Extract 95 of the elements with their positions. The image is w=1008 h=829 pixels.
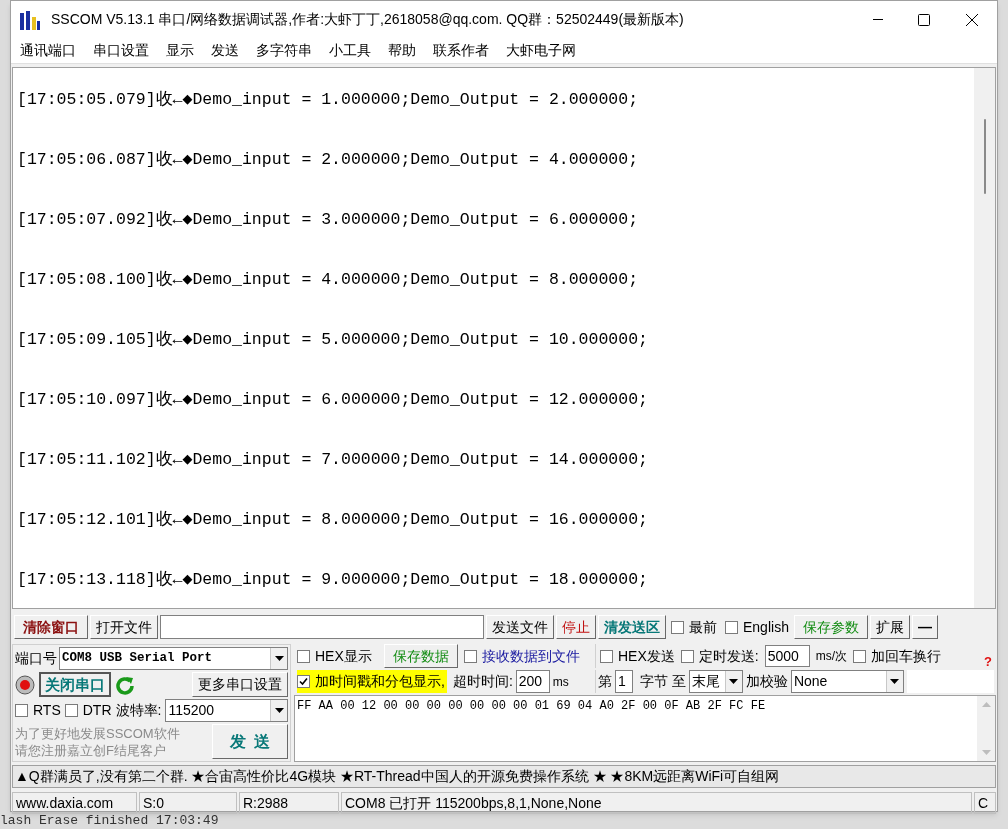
end-select[interactable]: 末尾 [688, 670, 743, 693]
maximize-icon [918, 13, 930, 26]
scrollbar[interactable] [974, 68, 995, 608]
log-line: [17:05:13.118]收←◆Demo_input = 9.000000;Demo_Output = 18.000000; [17, 569, 648, 591]
hex-display-label: HEX显示 [315, 646, 372, 666]
to-label: 字节 至 [640, 672, 686, 691]
scroll-up-icon [981, 702, 991, 707]
collapse-button[interactable]: — [911, 615, 938, 639]
menu-item[interactable]: 小工具 [329, 40, 371, 61]
checkbox-label: 最前 [689, 617, 717, 637]
log-line: [17:05:06.087]收←◆Demo_input = 2.000000;Demo_Output = 4.000000; [17, 149, 639, 171]
caret-icon [729, 679, 739, 684]
checkbox-label: English [743, 617, 789, 637]
from-field[interactable]: 1 [615, 670, 633, 693]
checkbox[interactable] [15, 704, 28, 717]
stop-button[interactable]: 停止 [556, 615, 596, 639]
caret-icon [274, 656, 284, 661]
checkbox[interactable] [600, 649, 613, 663]
close-icon [966, 13, 978, 26]
timestamp-label: 加时间戳和分包显示, [315, 672, 445, 691]
checkbox[interactable] [680, 649, 694, 663]
from-label: 第 [598, 672, 612, 691]
save-params-button[interactable]: 保存参数 [793, 615, 868, 639]
promo-text: 为了更好地发展SSCOM软件 [15, 724, 180, 742]
dropdown-button[interactable] [270, 648, 287, 669]
port-label: 端口号 [15, 649, 57, 668]
interval-unit: ms/次 [815, 648, 848, 665]
status-cell: COM8 已打开 115200bps,8,1,None,None [341, 792, 972, 814]
menu-item[interactable]: 多字符串 [256, 40, 312, 61]
close-port-button[interactable]: 关闭串口 [39, 672, 111, 697]
send-button[interactable]: 发 送 [212, 724, 288, 759]
checkbox[interactable] [297, 649, 310, 663]
scroll-down-icon [981, 750, 991, 755]
menu-item[interactable]: 串口设置 [93, 40, 149, 61]
menu-item[interactable]: 联系作者 [433, 40, 489, 61]
checksum-label: 加校验 [745, 672, 788, 691]
receive-to-file-link[interactable]: 接收数据到文件 [481, 645, 580, 667]
dropdown-button[interactable] [724, 671, 742, 692]
dropdown-button[interactable] [270, 700, 287, 721]
more-settings-button[interactable]: 更多串口设置 [192, 672, 288, 697]
open-file-button[interactable]: 打开文件 [90, 615, 158, 639]
refresh-icon [115, 674, 135, 695]
checkbox[interactable] [463, 649, 477, 663]
hex-send-label: HEX发送 [618, 646, 675, 666]
status-cell: R:2988 [239, 792, 339, 814]
status-cell: S:0 [139, 792, 237, 814]
send-text-area[interactable]: FF AA 00 12 00 00 00 00 00 00 00 01 69 04 A0 2F 00 0F AB 2F FC FE [294, 695, 996, 762]
app-logo-icon [19, 8, 41, 31]
ad-bar: ▲Q群满员了,没有第二个群. ★合宙高性价比4G模块 ★RT-Thread中国人的开源免费操作系统 ★ ★8KM远距离WiFi可自组网 [12, 765, 996, 788]
baud-select[interactable]: 115200 [165, 699, 288, 722]
menu-item[interactable]: 发送 [211, 40, 239, 61]
timed-send-label: 定时发送: [698, 646, 759, 666]
background-text: lash Erase finished 17:03:49 [0, 813, 219, 828]
log-line: [17:05:08.100]收←◆Demo_input = 4.000000;Demo_Output = 8.000000; [17, 269, 639, 291]
timeout-label: 超时时间: [452, 672, 513, 691]
baud-label: 波特率: [115, 701, 162, 720]
menu-item[interactable]: 通讯端口 [20, 40, 76, 61]
caret-icon [274, 708, 284, 713]
send-file-button[interactable]: 发送文件 [486, 615, 554, 639]
log-line: [17:05:09.105]收←◆Demo_input = 5.000000;Demo_Output = 10.000000; [17, 329, 648, 351]
promo-text: 请您注册嘉立创F结尾客户 [15, 741, 167, 759]
log-line: [17:05:12.101]收←◆Demo_input = 8.000000;Demo_Output = 16.000000; [17, 509, 648, 531]
log-line: [17:05:05.079]收←◆Demo_input = 1.000000;Demo_Output = 2.000000; [17, 89, 639, 111]
rts-label: RTS [33, 701, 61, 720]
window-title: SSCOM V5.13.1 串口/网络数据调试器,作者:大虾丁丁,2618058@qq.com. QQ群：52502449(最新版本) [51, 10, 684, 29]
expand-button[interactable]: 扩展 [869, 615, 910, 639]
status-cell: www.daxia.com [12, 792, 137, 814]
dtr-label: DTR [82, 701, 112, 720]
checkbox[interactable] [853, 649, 867, 663]
menu-item[interactable]: 帮助 [388, 40, 416, 61]
add-crlf-label: 加回车换行 [871, 646, 942, 666]
menu-item[interactable]: 显示 [166, 40, 194, 61]
help-button[interactable]: ? [984, 655, 992, 668]
log-line: [17:05:11.102]收←◆Demo_input = 7.000000;Demo_Output = 14.000000; [17, 449, 648, 471]
status-cell: C [974, 792, 996, 814]
checkbox[interactable] [64, 704, 78, 717]
log-line: [17:05:10.097]收←◆Demo_input = 6.000000;Demo_Output = 12.000000; [17, 389, 648, 411]
minimize-icon [873, 19, 883, 20]
scrollbar[interactable] [977, 696, 995, 761]
dropdown-button[interactable] [885, 671, 903, 692]
caret-icon [890, 679, 900, 684]
log-line: [17:05:07.092]收←◆Demo_input = 3.000000;Demo_Output = 6.000000; [17, 209, 639, 231]
menu-item[interactable]: 大虾电子网 [506, 40, 576, 61]
timeout-field[interactable]: 200 [515, 670, 550, 693]
checkbox[interactable] [297, 675, 310, 688]
checkbox[interactable] [725, 620, 738, 634]
clear-window-button[interactable]: 清除窗口 [14, 615, 88, 639]
file-path-field[interactable] [160, 615, 484, 639]
clear-send-button[interactable]: 清发送区 [598, 615, 666, 639]
checksum-select[interactable]: None [790, 670, 904, 693]
port-select[interactable]: COM8 USB Serial Port [59, 647, 288, 670]
interval-field[interactable]: 5000 [764, 645, 810, 667]
timeout-unit: ms [552, 673, 569, 691]
save-data-button[interactable]: 保存数据 [383, 644, 458, 668]
checkbox[interactable] [671, 620, 684, 634]
